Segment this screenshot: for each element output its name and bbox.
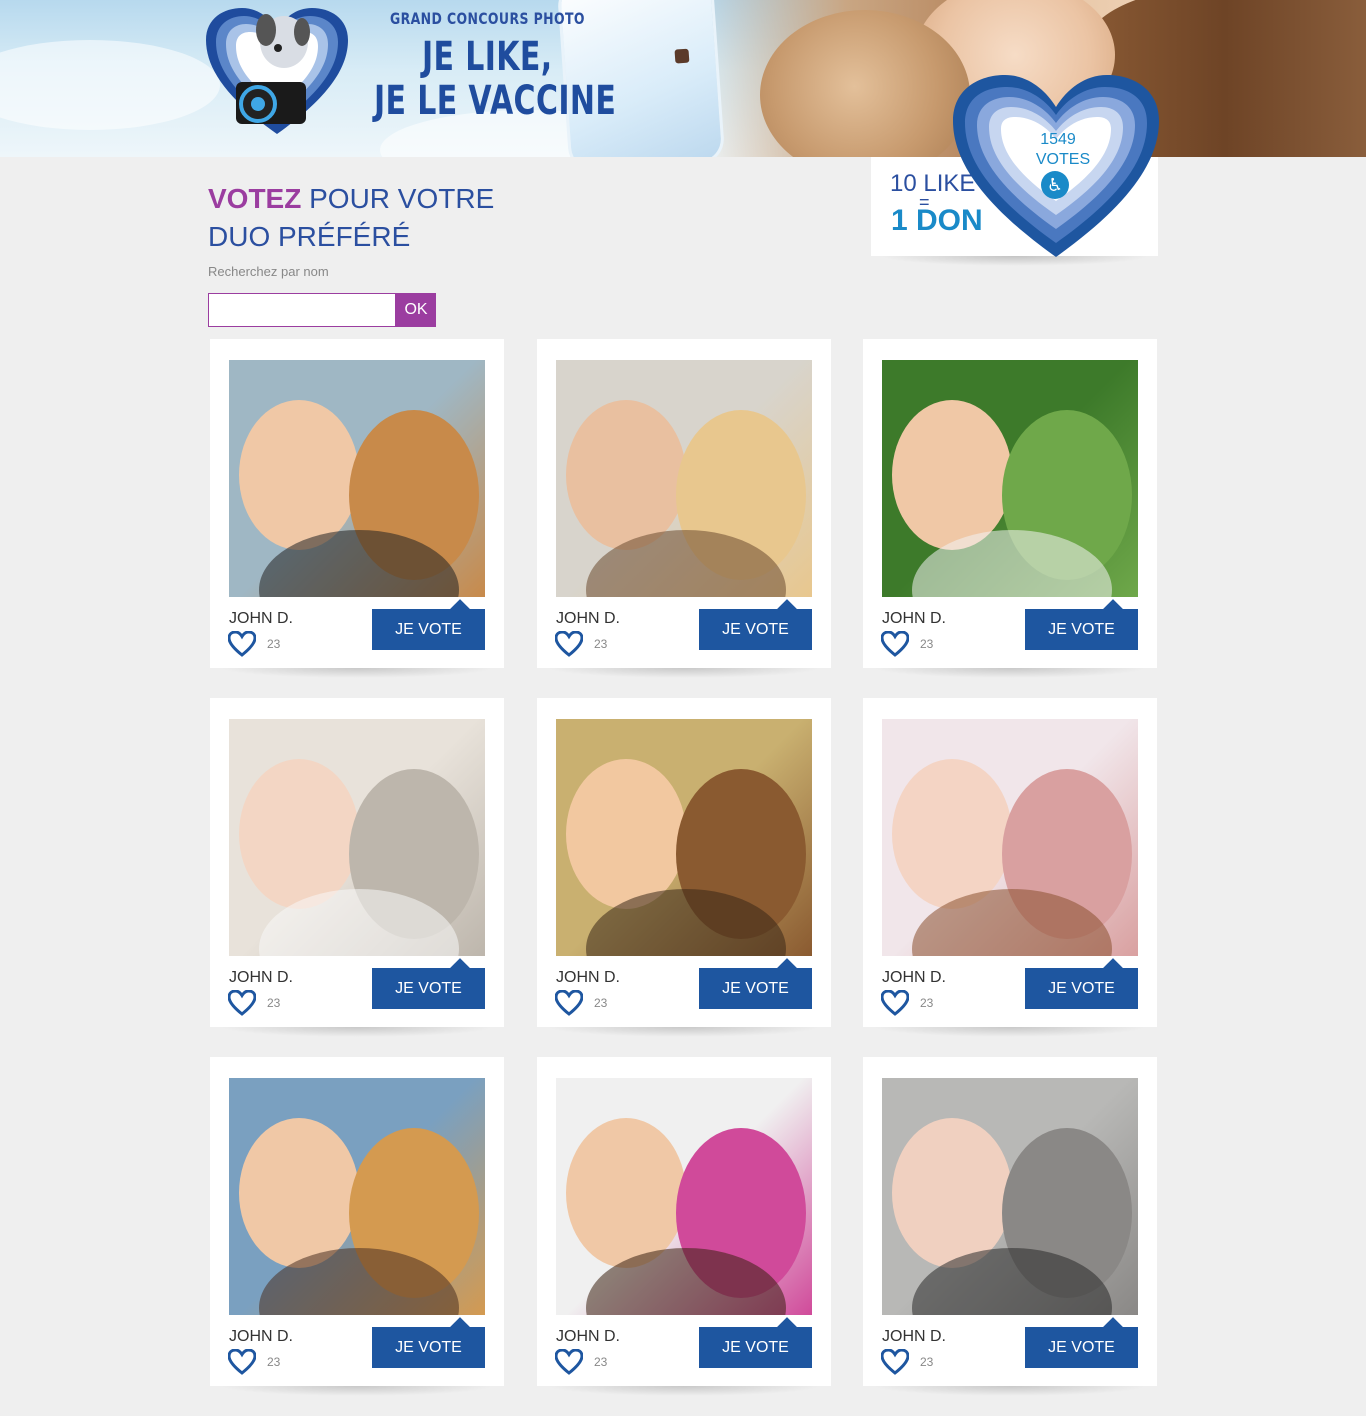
heart-icon[interactable] [880,989,910,1016]
vote-button[interactable]: JE VOTE [372,968,485,1009]
entry-photo[interactable] [229,719,485,956]
photo-person [892,1118,1012,1268]
entry-name: JOHN D. [229,1328,293,1345]
page-title: VOTEZ POUR VOTRE DUO PRÉFÉRÉ [208,180,494,256]
card-shadow [220,1027,494,1037]
entry-name: JOHN D. [556,610,620,627]
heart-icon[interactable] [554,1348,584,1375]
vote-button-label: JE VOTE [395,1339,462,1356]
photo-person [239,1118,359,1268]
like-count: 23 [267,996,281,1010]
like-count: 23 [920,1355,934,1369]
heart-icon[interactable] [227,1348,257,1375]
entry-photo[interactable] [556,719,812,956]
card-shadow [547,1386,821,1396]
like-count: 23 [267,1355,281,1369]
entry-card: JOHN D. 23 JE VOTE [210,698,504,1027]
card-shadow [547,1027,821,1037]
contest-headline-line1: JE LIKE, [422,34,553,80]
entry-card: JOHN D. 23 JE VOTE [863,698,1157,1027]
entry-name: JOHN D. [882,610,946,627]
entry-photo[interactable] [882,1078,1138,1315]
heart-icon[interactable] [227,630,257,657]
phone-camera [674,48,690,64]
photo-person [239,400,359,550]
banner-cloud [0,40,220,130]
vote-button-label: JE VOTE [395,621,462,638]
vote-button[interactable]: JE VOTE [372,609,485,650]
entry-name: JOHN D. [556,969,620,986]
entry-photo[interactable] [556,1078,812,1315]
like-count: 23 [920,996,934,1010]
vote-button-label: JE VOTE [722,1339,789,1356]
contest-title: GRAND CONCOURS PHOTO [390,9,585,28]
card-shadow [873,1386,1147,1396]
entry-card: JOHN D. 23 JE VOTE [537,1057,831,1386]
vote-button-label: JE VOTE [722,980,789,997]
entry-photo[interactable] [229,360,485,597]
entry-card: JOHN D. 23 JE VOTE [210,1057,504,1386]
photo-person [566,759,686,909]
entry-photo[interactable] [556,360,812,597]
vote-button[interactable]: JE VOTE [699,1327,812,1368]
search-input[interactable] [209,294,395,326]
search-label: Recherchez par nom [208,264,329,279]
like-count: 23 [594,996,608,1010]
contest-headline-line2: JE LE VACCINE [374,78,617,124]
votes-label: VOTES [1035,151,1091,168]
vote-button-label: JE VOTE [1048,980,1115,997]
vote-button[interactable]: JE VOTE [1025,609,1138,650]
entry-name: JOHN D. [882,1328,946,1345]
photo-person [239,759,359,909]
vote-button[interactable]: JE VOTE [1025,968,1138,1009]
entry-card: JOHN D. 23 JE VOTE [537,339,831,668]
card-shadow [873,1027,1147,1037]
entry-name: JOHN D. [882,969,946,986]
entry-photo[interactable] [882,719,1138,956]
entry-name: JOHN D. [556,1328,620,1345]
contest-logo [206,8,348,134]
heart-icon[interactable] [554,989,584,1016]
vote-button-label: JE VOTE [395,980,462,997]
votes-count: 1549 [1040,131,1076,148]
search-field[interactable] [208,293,396,327]
page-title-strong: VOTEZ [208,183,302,214]
like-count: 23 [267,637,281,651]
vote-button-label: JE VOTE [1048,1339,1115,1356]
heart-icon[interactable] [880,630,910,657]
photo-person [566,400,686,550]
entry-photo[interactable] [882,360,1138,597]
like-count: 23 [920,637,934,651]
heart-icon[interactable] [227,989,257,1016]
entry-name: JOHN D. [229,610,293,627]
card-shadow [547,668,821,678]
search-ok-button[interactable]: OK [396,293,436,327]
header-banner [0,0,1366,157]
heart-icon[interactable] [880,1348,910,1375]
vote-button[interactable]: JE VOTE [372,1327,485,1368]
entry-card: JOHN D. 23 JE VOTE [537,698,831,1027]
entry-card: JOHN D. 23 JE VOTE [863,339,1157,668]
accessibility-icon: ♿ [1041,171,1069,199]
page-title-rest: POUR VOTRE [301,183,495,214]
like-count: 23 [594,1355,608,1369]
vote-button-label: JE VOTE [722,621,789,638]
heart-icon[interactable] [554,630,584,657]
card-shadow [873,668,1147,678]
photo-person [566,1118,686,1268]
vote-button-label: JE VOTE [1048,621,1115,638]
vote-button[interactable]: JE VOTE [699,609,812,650]
entry-card: JOHN D. 23 JE VOTE [210,339,504,668]
entry-name: JOHN D. [229,969,293,986]
photo-person [892,759,1012,909]
vote-button[interactable]: JE VOTE [699,968,812,1009]
card-shadow [220,668,494,678]
entry-card: JOHN D. 23 JE VOTE [863,1057,1157,1386]
vote-button[interactable]: JE VOTE [1025,1327,1138,1368]
like-count: 23 [594,637,608,651]
entry-photo[interactable] [229,1078,485,1315]
photo-person [892,400,1012,550]
card-shadow [220,1386,494,1396]
page-title-line2: DUO PRÉFÉRÉ [208,221,411,252]
